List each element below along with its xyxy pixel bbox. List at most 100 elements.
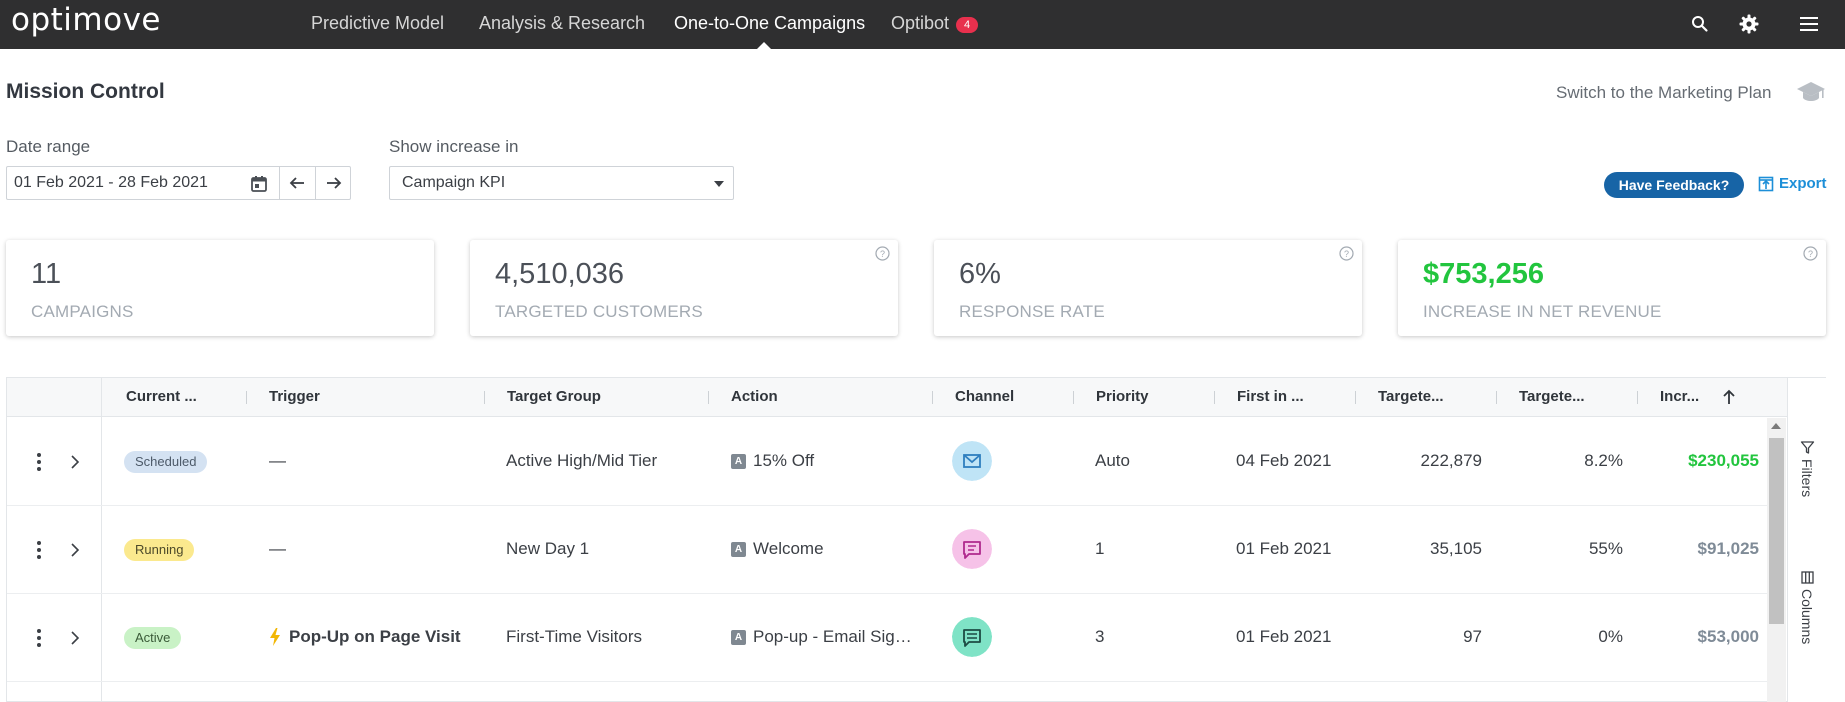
column-first-in[interactable]: First in ... — [1237, 388, 1304, 405]
nav-analysis-research[interactable]: Analysis & Research — [479, 13, 645, 34]
columns-tab-label[interactable]: Columns — [1799, 589, 1815, 644]
column-resize-handle[interactable] — [932, 391, 933, 404]
column-increase[interactable]: Incr... — [1660, 388, 1699, 405]
chevron-right-icon[interactable] — [69, 542, 81, 558]
export-icon[interactable] — [1758, 176, 1774, 192]
column-resize-handle[interactable] — [1214, 391, 1215, 404]
kpi-label: INCREASE IN NET REVENUE — [1423, 302, 1662, 321]
status-badge: Active — [124, 627, 182, 649]
filters-tab[interactable]: Filters — [1797, 440, 1819, 510]
chat-message-icon — [952, 529, 992, 569]
column-target-group[interactable]: Target Group — [507, 388, 601, 405]
column-resize-handle[interactable] — [246, 391, 247, 404]
more-options-icon[interactable] — [36, 628, 42, 648]
column-trigger[interactable]: Trigger — [269, 388, 320, 405]
column-targeted-percent[interactable]: Targete... — [1519, 388, 1585, 405]
column-resize-handle[interactable] — [484, 391, 485, 404]
help-icon[interactable]: ? — [1803, 246, 1818, 261]
status-badge: Running — [124, 539, 195, 561]
scroll-up-arrow[interactable] — [1771, 423, 1781, 429]
filter-funnel-icon[interactable] — [1800, 440, 1815, 455]
search-icon[interactable] — [1688, 12, 1712, 36]
trigger-cell: — — [269, 539, 286, 558]
help-icon[interactable]: ? — [875, 246, 890, 261]
targeted-percent-cell: 0% — [1598, 627, 1623, 646]
target-group-cell[interactable]: Active High/Mid Tier — [506, 451, 657, 471]
calendar-icon[interactable] — [250, 175, 268, 193]
switch-to-marketing-plan-link[interactable]: Switch to the Marketing Plan — [1556, 83, 1771, 103]
kpi-card-increase-net-revenue: $753,256 INCREASE IN NET REVENUE ? — [1398, 240, 1826, 336]
more-options-icon[interactable] — [36, 452, 42, 472]
date-range-value[interactable]: 01 Feb 2021 - 28 Feb 2021 — [14, 174, 208, 192]
show-increase-value[interactable]: Campaign KPI — [402, 174, 505, 192]
priority-cell: 1 — [1095, 539, 1105, 558]
previous-period-button[interactable] — [280, 167, 315, 199]
email-icon — [952, 441, 992, 481]
columns-tab[interactable]: Columns — [1797, 570, 1819, 660]
page-title: Mission Control — [6, 80, 165, 103]
column-action[interactable]: Action — [731, 388, 778, 405]
hamburger-menu-icon[interactable] — [1797, 12, 1821, 36]
have-feedback-button[interactable]: Have Feedback? — [1604, 172, 1744, 198]
filters-tab-label[interactable]: Filters — [1799, 459, 1815, 497]
priority-cell: Auto — [1095, 451, 1130, 470]
column-resize-handle[interactable] — [1073, 391, 1074, 404]
help-icon[interactable]: ? — [1339, 246, 1354, 261]
nav-predictive-model[interactable]: Predictive Model — [311, 13, 444, 34]
date-range-picker[interactable]: 01 Feb 2021 - 28 Feb 2021 — [6, 166, 351, 200]
targeted-customers-cell: 222,879 — [1420, 451, 1482, 470]
show-increase-select[interactable]: Campaign KPI — [389, 166, 734, 200]
nav-optibot[interactable]: Optibot — [891, 13, 949, 34]
table-row[interactable]: Running — New Day 1 A Welcome 1 01 Feb 2… — [7, 506, 1767, 594]
column-resize-handle[interactable] — [708, 391, 709, 404]
target-group-cell[interactable]: New Day 1 — [506, 539, 589, 559]
column-targeted-customers[interactable]: Targete... — [1378, 388, 1444, 405]
chevron-right-icon[interactable] — [69, 454, 81, 470]
table-row[interactable]: Scheduled — Active High/Mid Tier A 15% O… — [7, 418, 1767, 506]
action-cell[interactable]: Pop-up - Email Sig… — [753, 627, 912, 647]
target-group-cell[interactable]: First-Time Visitors — [506, 627, 642, 647]
column-resize-handle[interactable] — [1355, 391, 1356, 404]
table-row[interactable]: Active Pop-Up on Page Visit First-Time V… — [7, 594, 1767, 682]
chevron-down-icon[interactable] — [714, 181, 724, 187]
column-channel[interactable]: Channel — [955, 388, 1014, 405]
increase-cell: $230,055 — [1688, 451, 1759, 470]
column-priority[interactable]: Priority — [1096, 388, 1149, 405]
date-range-label: Date range — [6, 137, 91, 156]
graduation-cap-icon[interactable] — [1796, 79, 1826, 105]
trigger-cell: — — [269, 451, 286, 470]
top-navigation-bar: optimove Predictive Model Analysis & Res… — [0, 0, 1845, 49]
columns-icon[interactable] — [1800, 570, 1815, 585]
kpi-value: $753,256 — [1423, 258, 1544, 290]
first-in-cell: 04 Feb 2021 — [1236, 451, 1332, 470]
first-in-cell: 01 Feb 2021 — [1236, 627, 1332, 646]
scrollbar-thumb[interactable] — [1769, 438, 1784, 624]
kpi-label: TARGETED CUSTOMERS — [495, 302, 703, 321]
action-cell[interactable]: Welcome — [753, 539, 824, 559]
column-resize-handle[interactable] — [1637, 391, 1638, 404]
kpi-value: 11 — [31, 258, 62, 290]
more-options-icon[interactable] — [36, 540, 42, 560]
chevron-right-icon[interactable] — [69, 630, 81, 646]
column-resize-handle[interactable] — [1496, 391, 1497, 404]
svg-text:?: ? — [1344, 249, 1349, 259]
kpi-card-campaigns: 11 CAMPAIGNS — [6, 240, 434, 336]
show-increase-label: Show increase in — [389, 137, 519, 156]
optimove-logo[interactable]: optimove — [11, 2, 161, 38]
action-tag: A — [731, 630, 746, 645]
export-label[interactable]: Export — [1779, 175, 1827, 192]
next-period-button[interactable] — [316, 167, 351, 199]
action-cell[interactable]: 15% Off — [753, 451, 814, 471]
column-current-status[interactable]: Current ... — [126, 388, 197, 405]
sort-ascending-icon[interactable] — [1721, 388, 1737, 406]
svg-text:?: ? — [1808, 249, 1813, 259]
targeted-customers-cell: 35,105 — [1430, 539, 1482, 558]
nav-one-to-one-campaigns[interactable]: One-to-One Campaigns — [674, 13, 865, 34]
priority-cell: 3 — [1095, 627, 1105, 646]
table-header: Current ... Trigger Target Group Action … — [7, 378, 1787, 417]
gear-icon[interactable] — [1737, 12, 1761, 36]
increase-cell: $53,000 — [1697, 627, 1759, 646]
trigger-cell[interactable]: Pop-Up on Page Visit — [289, 627, 461, 647]
status-badge: Scheduled — [124, 451, 208, 473]
kpi-value: 6% — [959, 258, 1001, 290]
